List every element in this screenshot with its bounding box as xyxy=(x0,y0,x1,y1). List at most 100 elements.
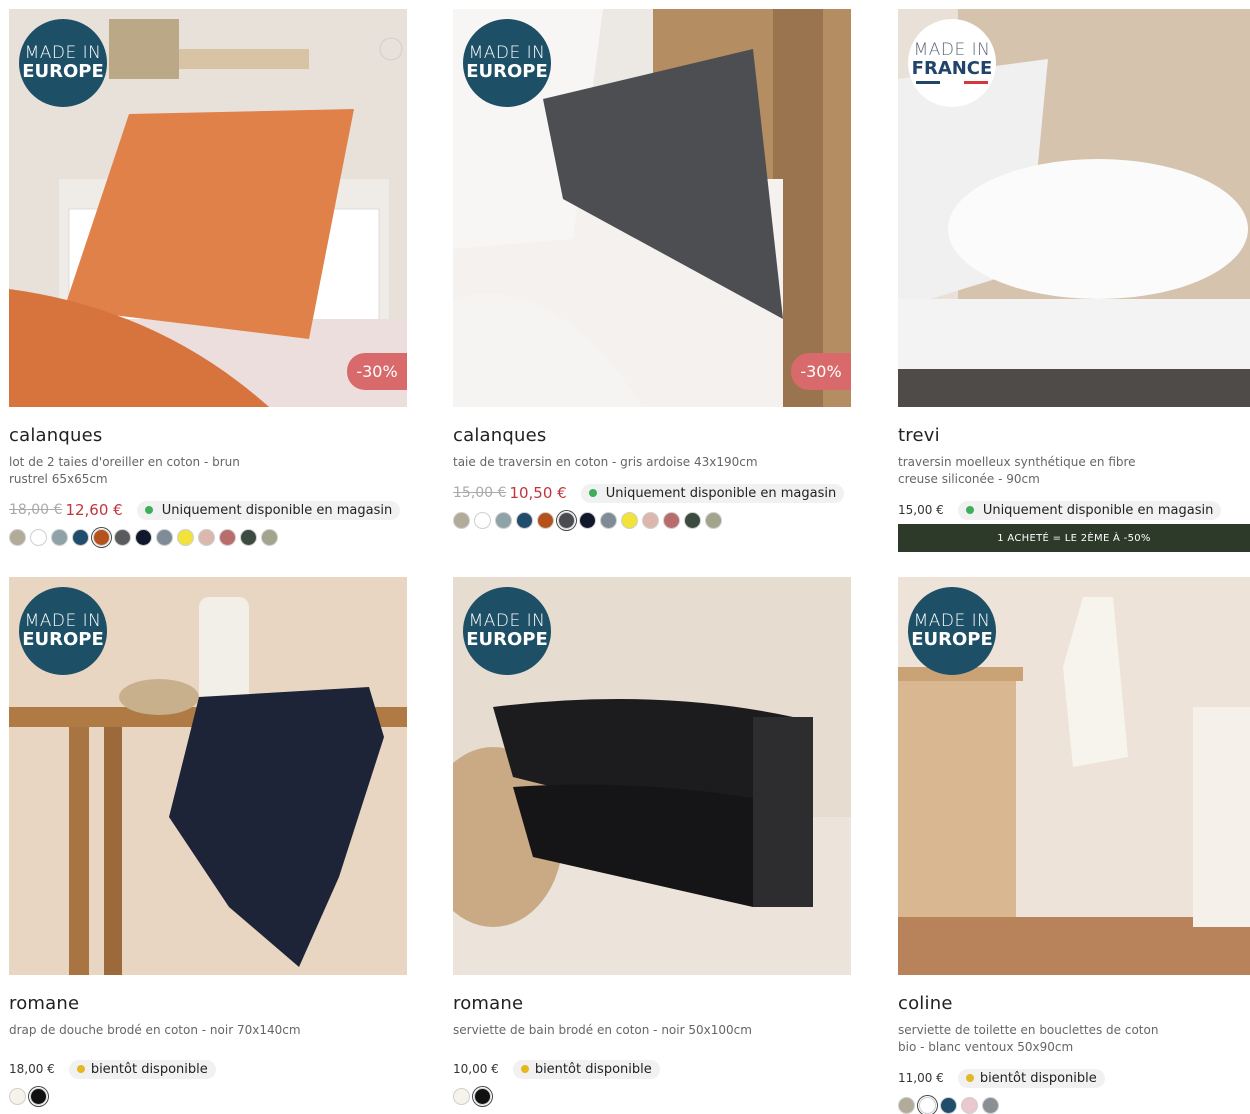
availability-text: bientôt disponible xyxy=(534,1061,652,1077)
product-name[interactable]: calanques xyxy=(453,425,851,446)
made-in-europe-badge: MADE IN EUROPE xyxy=(463,19,551,107)
product-image[interactable]: MADE IN FRANCE xyxy=(898,9,1250,407)
product-image[interactable]: MADE IN EUROPE xyxy=(898,577,1250,975)
made-in-europe-badge: MADE IN EUROPE xyxy=(19,587,107,675)
color-swatch[interactable] xyxy=(684,512,701,529)
product-image[interactable]: MADE IN EUROPE -30% xyxy=(453,9,851,407)
availability-badge: bientôt disponible xyxy=(512,1059,660,1079)
color-swatch[interactable] xyxy=(30,1088,47,1105)
product-name[interactable]: trevi xyxy=(898,425,1250,446)
availability-badge: bientôt disponible xyxy=(68,1059,216,1079)
color-swatch[interactable] xyxy=(495,512,512,529)
old-price: 18,00 € xyxy=(9,502,63,518)
price: 11,00 € xyxy=(898,1071,944,1085)
promo-banner[interactable]: 1 ACHETÉ = LE 2ÈME À -50% xyxy=(898,524,1250,552)
product-description: drap de douche brodé en coton - noir 70x… xyxy=(9,1023,301,1037)
availability-text: bientôt disponible xyxy=(979,1070,1097,1086)
availability-badge: bientôt disponible xyxy=(957,1068,1105,1088)
price: 15,00 € xyxy=(898,503,944,517)
product-description: traversin moelleux synthétique en fibre … xyxy=(898,455,1136,486)
price-row: 18,00 € 12,60 € Uniquement disponible en… xyxy=(9,499,407,521)
product-name[interactable]: romane xyxy=(453,993,851,1014)
price-row: 11,00 € bientôt disponible xyxy=(898,1067,1250,1089)
color-swatch[interactable] xyxy=(198,529,215,546)
color-swatch[interactable] xyxy=(558,512,575,529)
price-row: 15,00 € Uniquement disponible en magasin xyxy=(898,499,1250,521)
made-in-europe-badge: MADE IN EUROPE xyxy=(908,587,996,675)
color-swatch[interactable] xyxy=(453,512,470,529)
availability-text: Uniquement disponible en magasin xyxy=(982,502,1214,518)
color-swatch[interactable] xyxy=(516,512,533,529)
color-swatch[interactable] xyxy=(30,529,47,546)
made-in-europe-badge: MADE IN EUROPE xyxy=(463,587,551,675)
availability-text: bientôt disponible xyxy=(90,1061,208,1077)
color-swatch[interactable] xyxy=(240,529,257,546)
color-swatch[interactable] xyxy=(705,512,722,529)
color-swatch[interactable] xyxy=(642,512,659,529)
color-swatch[interactable] xyxy=(156,529,173,546)
product-description: serviette de bain brodé en coton - noir … xyxy=(453,1023,752,1037)
product-image[interactable]: MADE IN EUROPE xyxy=(453,577,851,975)
made-in-france-badge: MADE IN FRANCE xyxy=(908,19,996,107)
product-image[interactable]: MADE IN EUROPE -30% xyxy=(9,9,407,407)
old-price: 15,00 € xyxy=(453,485,507,501)
product-card[interactable]: MADE IN EUROPE -30% calanques lot de 2 t… xyxy=(9,9,407,546)
available-dot-icon xyxy=(144,506,153,514)
product-card[interactable]: MADE IN EUROPE coline serviette de toile… xyxy=(898,577,1250,1114)
color-swatch[interactable] xyxy=(114,529,131,546)
color-swatch[interactable] xyxy=(219,529,236,546)
product-name[interactable]: coline xyxy=(898,993,1250,1014)
soon-dot-icon xyxy=(965,1074,974,1082)
product-description: serviette de toilette en bouclettes de c… xyxy=(898,1023,1159,1054)
color-swatch[interactable] xyxy=(663,512,680,529)
color-swatch[interactable] xyxy=(600,512,617,529)
available-dot-icon xyxy=(588,489,597,497)
product-description: taie de traversin en coton - gris ardois… xyxy=(453,455,758,469)
color-swatch[interactable] xyxy=(135,529,152,546)
sale-price: 12,60 € xyxy=(65,501,123,519)
color-swatch[interactable] xyxy=(453,1088,470,1105)
discount-badge: -30% xyxy=(347,353,407,390)
color-swatch[interactable] xyxy=(177,529,194,546)
color-swatches xyxy=(453,512,851,529)
product-name[interactable]: calanques xyxy=(9,425,407,446)
price-row: 15,00 € 10,50 € Uniquement disponible en… xyxy=(453,482,851,504)
color-swatch[interactable] xyxy=(51,529,68,546)
availability-badge: Uniquement disponible en magasin xyxy=(580,483,845,503)
available-dot-icon xyxy=(965,506,974,514)
availability-text: Uniquement disponible en magasin xyxy=(161,502,393,518)
price-row: 10,00 € bientôt disponible xyxy=(453,1058,851,1080)
color-swatch[interactable] xyxy=(261,529,278,546)
color-swatch[interactable] xyxy=(474,512,491,529)
color-swatches xyxy=(453,1088,851,1105)
availability-badge: Uniquement disponible en magasin xyxy=(136,500,401,520)
color-swatch[interactable] xyxy=(621,512,638,529)
soon-dot-icon xyxy=(520,1065,529,1073)
soon-dot-icon xyxy=(76,1065,85,1073)
french-flag-icon xyxy=(916,81,988,84)
availability-badge: Uniquement disponible en magasin xyxy=(957,500,1222,520)
product-name[interactable]: romane xyxy=(9,993,407,1014)
color-swatch[interactable] xyxy=(9,529,26,546)
price: 10,00 € xyxy=(453,1062,499,1076)
product-card[interactable]: MADE IN FRANCE trevi traversin moelleux … xyxy=(898,9,1250,552)
price: 18,00 € xyxy=(9,1062,55,1076)
color-swatches xyxy=(9,1088,407,1105)
product-description: lot de 2 taies d'oreiller en coton - bru… xyxy=(9,455,240,486)
product-image[interactable]: MADE IN EUROPE xyxy=(9,577,407,975)
product-card[interactable]: MADE IN EUROPE romane drap de douche bro… xyxy=(9,577,407,1105)
color-swatch[interactable] xyxy=(537,512,554,529)
availability-text: Uniquement disponible en magasin xyxy=(605,485,837,501)
price-row: 18,00 € bientôt disponible xyxy=(9,1058,407,1080)
color-swatch[interactable] xyxy=(474,1088,491,1105)
color-swatch[interactable] xyxy=(9,1088,26,1105)
sale-price: 10,50 € xyxy=(509,484,567,502)
color-swatch[interactable] xyxy=(72,529,89,546)
discount-badge: -30% xyxy=(791,353,851,390)
product-card[interactable]: MADE IN EUROPE romane serviette de bain … xyxy=(453,577,851,1105)
color-swatch[interactable] xyxy=(93,529,110,546)
made-in-europe-badge: MADE IN EUROPE xyxy=(19,19,107,107)
color-swatches xyxy=(9,529,407,546)
color-swatch[interactable] xyxy=(579,512,596,529)
product-card[interactable]: MADE IN EUROPE -30% calanques taie de tr… xyxy=(453,9,851,529)
